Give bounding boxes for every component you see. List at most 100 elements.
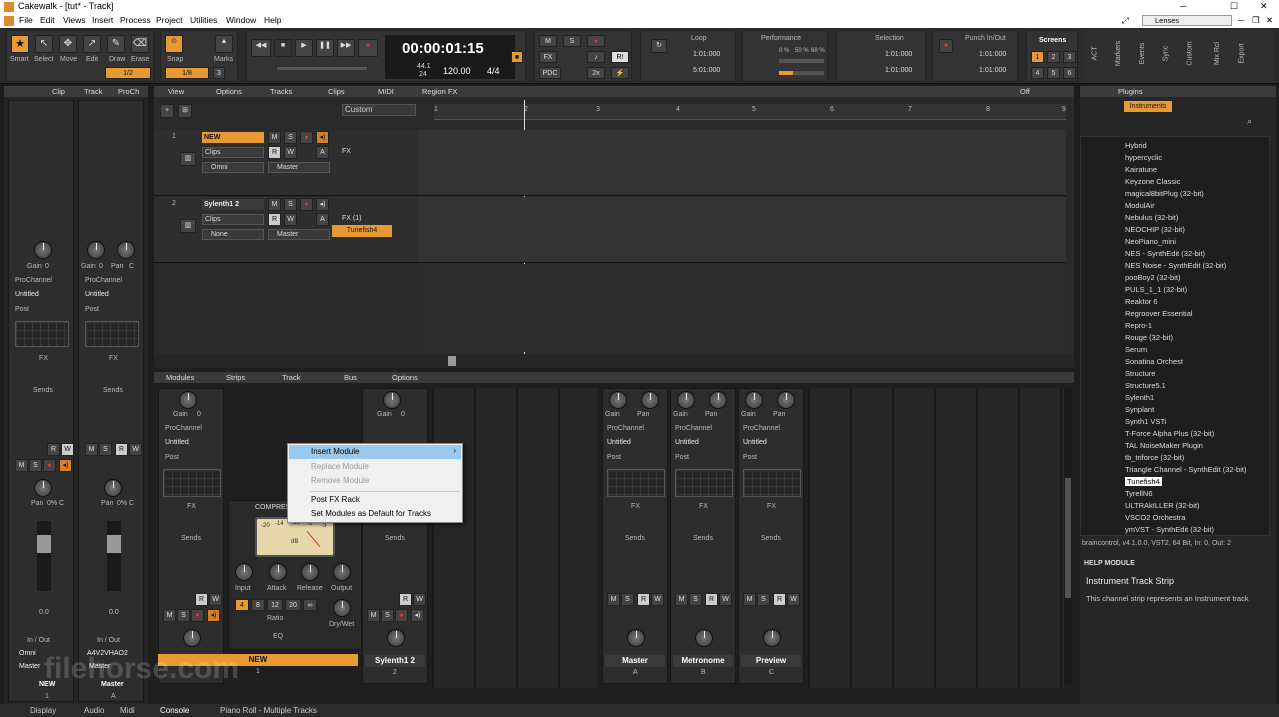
ratio-12[interactable]: 12 [267, 599, 283, 611]
selection-start[interactable]: 1:01:000 [885, 51, 912, 58]
menu-window[interactable]: Window [226, 15, 256, 25]
plugin-item[interactable]: Hybrid [1125, 141, 1147, 150]
menu-close-icon[interactable]: ✕ [1266, 15, 1273, 26]
track-2-output[interactable]: Master [268, 229, 330, 240]
tab-audio[interactable]: Audio [84, 704, 104, 717]
screenset-1[interactable]: 1 [1031, 51, 1044, 63]
write-button[interactable]: W [61, 443, 74, 456]
add-track-icon[interactable]: + [160, 104, 174, 118]
track-2-arm-icon[interactable]: ● [300, 198, 313, 211]
position-slider[interactable] [277, 67, 367, 70]
plugin-item[interactable]: Sylenth1 [1125, 393, 1154, 402]
c1-pan-knob[interactable] [183, 629, 201, 647]
tv-menu-options[interactable]: Options [216, 86, 242, 97]
plugin-item[interactable]: pooBoy2 (32-bit) [1125, 273, 1180, 282]
c1-post[interactable]: Post [165, 454, 179, 461]
c5-gain-knob[interactable] [745, 391, 763, 409]
inspector-tab-track[interactable]: Track [84, 86, 102, 97]
track-1-output[interactable]: Master [268, 162, 330, 173]
track-2-echo-icon[interactable]: ◂) [316, 198, 329, 211]
minimize-icon[interactable]: ─ [1180, 1, 1186, 11]
c3-mute[interactable]: M [607, 593, 620, 606]
metronome-icon[interactable]: ■ [511, 51, 523, 63]
c2-arm-icon[interactable]: ● [395, 609, 408, 622]
close-icon[interactable]: ✕ [1260, 1, 1268, 12]
punch-record-icon[interactable]: ● [939, 39, 953, 53]
console-menu-strips[interactable]: Strips [226, 372, 245, 383]
c2-write[interactable]: W [413, 593, 426, 606]
menu-insert[interactable]: Insert [92, 15, 113, 25]
snap-value-field[interactable]: 1/2 [105, 67, 151, 79]
screenset-3[interactable]: 3 [1063, 51, 1076, 63]
c5-pan-knob-top[interactable] [777, 391, 795, 409]
plugin-item[interactable]: Regroover Essential [1125, 309, 1193, 318]
menu-min-icon[interactable]: ─ [1238, 15, 1244, 25]
read-button-2[interactable]: R [115, 443, 128, 456]
c4-post[interactable]: Post [675, 454, 689, 461]
inspector-tab-proch[interactable]: ProCh [118, 86, 139, 97]
output-master[interactable]: Master [19, 663, 40, 670]
track-2-mute[interactable]: M [268, 198, 281, 211]
screenset-2[interactable]: 2 [1047, 51, 1060, 63]
c3-gain-knob[interactable] [609, 391, 627, 409]
c2-read[interactable]: R [399, 593, 412, 606]
track-2-input[interactable]: None [202, 229, 264, 240]
plugin-item[interactable]: VSCO2 Orchestra [1125, 513, 1185, 522]
play-icon[interactable]: ▶ [295, 39, 313, 57]
plugin-item[interactable]: TAL NoiseMaker Plugin [1125, 441, 1203, 450]
ratio-inf[interactable]: ∞ [303, 599, 317, 611]
plugin-item[interactable]: Repro-1 [1125, 321, 1152, 330]
fast-forward-icon[interactable]: ▶▶ [337, 39, 355, 57]
mute-all-button[interactable]: M [539, 35, 557, 47]
plugin-item[interactable]: NES Noise - SynthEdit (32-bit) [1125, 261, 1226, 270]
ratio-20[interactable]: 20 [285, 599, 301, 611]
move-tool-icon[interactable]: ✥ [59, 35, 77, 53]
plugin-item[interactable]: Sonatina Orchest [1125, 357, 1183, 366]
track-1-clips[interactable]: Clips [202, 147, 264, 158]
c1-gain-knob[interactable] [179, 391, 197, 409]
solo-button[interactable]: S [29, 459, 42, 472]
console-strip-master-name[interactable]: Master [605, 655, 665, 667]
track-1-name[interactable]: NEW [202, 132, 264, 143]
tv-menu-clips[interactable]: Clips [328, 86, 345, 97]
solo-button-2[interactable]: S [99, 443, 112, 456]
track-1-read[interactable]: R [268, 146, 281, 159]
menu-project[interactable]: Project [156, 15, 182, 25]
plugin-item[interactable]: NES - SynthEdit (32-bit) [1125, 249, 1205, 258]
track-layout-icon[interactable]: ⊞ [178, 104, 192, 118]
tv-menu-midi[interactable]: MIDI [378, 86, 394, 97]
tab-midi[interactable]: Midi [120, 704, 135, 717]
pan-knob[interactable] [34, 479, 52, 497]
solo-all-button[interactable]: S [563, 35, 581, 47]
c1-mute[interactable]: M [163, 609, 176, 622]
plugin-item[interactable]: Synplant [1125, 405, 1154, 414]
c1-arm-icon[interactable]: ● [191, 609, 204, 622]
edit-tool-icon[interactable]: ↗ [83, 35, 101, 53]
draw-tool-icon[interactable]: ✎ [107, 35, 125, 53]
tv-scrollbar[interactable] [154, 354, 1074, 368]
menu-restore-icon[interactable]: ❐ [1252, 15, 1260, 26]
menu-file[interactable]: File [19, 15, 33, 25]
track-2-a[interactable]: A [316, 213, 329, 226]
screenset-4[interactable]: 4 [1031, 67, 1044, 79]
erase-tool-icon[interactable]: ⌫ [131, 35, 149, 53]
comp-attack-knob[interactable] [269, 563, 287, 581]
tv-off-toggle[interactable]: Off [1020, 86, 1030, 97]
selection-end[interactable]: 1:01:000 [885, 67, 912, 74]
menu-help[interactable]: Help [264, 15, 281, 25]
plugin-item[interactable]: magical8bitPlug (32-bit) [1125, 189, 1204, 198]
pan-knob-2[interactable] [104, 479, 122, 497]
plugin-item[interactable]: Synth1 VSTi [1125, 417, 1166, 426]
track-2-solo[interactable]: S [284, 198, 297, 211]
input-echo-icon[interactable]: ◂) [59, 459, 72, 472]
track-1-lane[interactable] [418, 130, 1066, 196]
track-2-fx[interactable]: FX (1) [342, 215, 361, 222]
comp-drywet-knob[interactable] [333, 599, 351, 617]
track-2-plugin[interactable]: Tunefish4 [332, 225, 392, 237]
marks-num[interactable]: 3 [213, 67, 225, 79]
arm-icon[interactable]: ● [43, 459, 56, 472]
plugin-item[interactable]: Triangle Channel - SynthEdit (32-bit) [1125, 465, 1246, 474]
gain-knob-2[interactable] [87, 241, 105, 259]
c2-echo-icon[interactable]: ◂) [411, 609, 424, 622]
c3-solo[interactable]: S [621, 593, 634, 606]
